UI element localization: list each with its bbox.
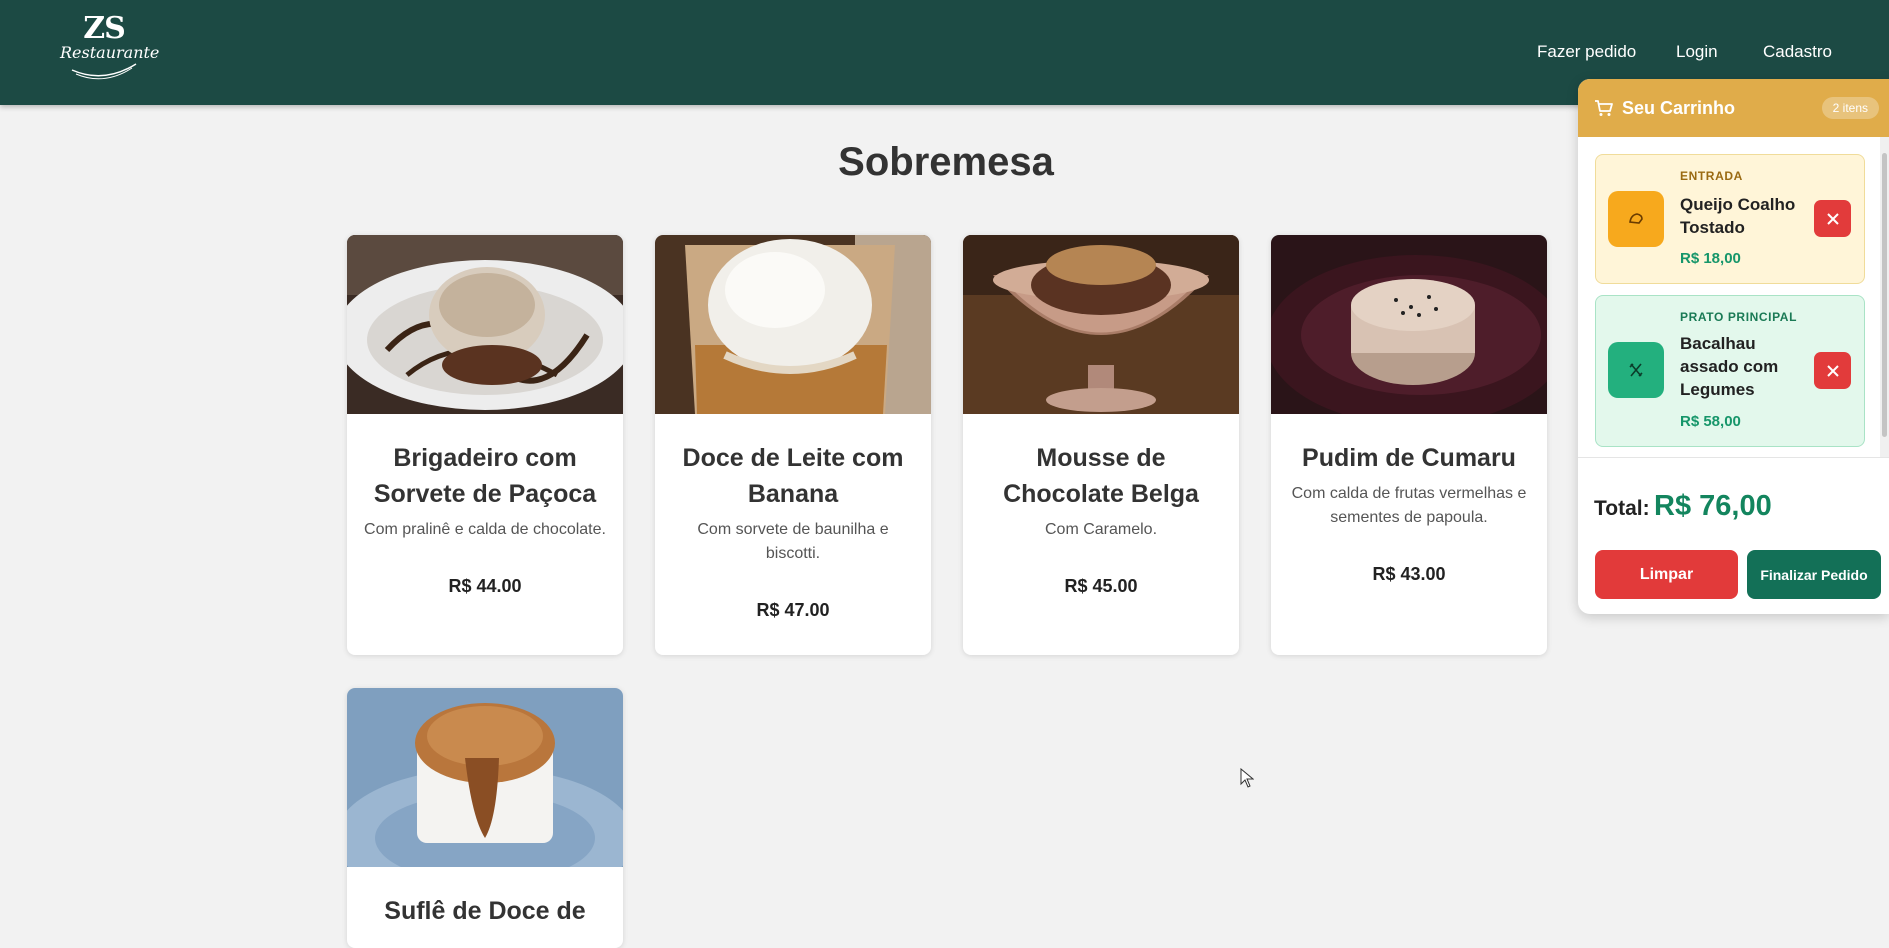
product-image	[1271, 235, 1547, 414]
product-card[interactable]: Pudim de Cumaru Com calda de frutas verm…	[1271, 235, 1547, 655]
cart-item-category: ENTRADA	[1680, 169, 1743, 183]
cart-item-category: PRATO PRINCIPAL	[1680, 310, 1798, 324]
finish-order-button[interactable]: Finalizar Pedido	[1747, 550, 1881, 599]
product-name: Mousse de Chocolate Belga	[1003, 444, 1199, 508]
total-value: R$ 76,00	[1654, 490, 1772, 522]
cart-count-badge: 2 itens	[1821, 97, 1879, 119]
scrollbar-thumb[interactable]	[1882, 153, 1887, 437]
cart-header: Seu Carrinho 2 itens	[1578, 79, 1889, 137]
product-name: Doce de Leite com Banana	[682, 444, 904, 508]
cart-item-price: R$ 58,00	[1680, 413, 1741, 430]
restaurant-logo[interactable]: ZS Restaurante	[60, 11, 159, 84]
cart-item: PRATO PRINCIPAL Bacalhau assado com Legu…	[1595, 295, 1865, 447]
bread-icon	[1608, 191, 1664, 247]
utensils-icon	[1608, 342, 1664, 398]
product-name: Pudim de Cumaru	[1302, 444, 1516, 472]
product-card[interactable]: Suflê de Doce de	[347, 688, 623, 948]
product-image	[347, 235, 623, 414]
nav-cadastro[interactable]: Cadastro	[1763, 42, 1832, 62]
product-description: Com calda de frutas vermelhas e sementes…	[1291, 485, 1527, 526]
cart-item-name: Queijo Coalho Tostado	[1680, 195, 1796, 237]
divider	[1578, 457, 1889, 458]
cart-panel: Seu Carrinho 2 itens ENTRADA Queijo Coal…	[1578, 79, 1889, 614]
product-price: R$ 45.00	[1064, 576, 1138, 596]
product-image	[347, 688, 623, 867]
shopping-cart-icon	[1595, 100, 1613, 116]
remove-item-button[interactable]	[1814, 352, 1851, 389]
remove-item-button[interactable]	[1814, 200, 1851, 237]
product-description: Com sorvete de baunilha e biscotti.	[697, 521, 889, 562]
logo-swoosh-icon	[71, 63, 137, 80]
product-image	[655, 235, 931, 414]
product-description: Com pralinê e calda de chocolate.	[364, 521, 606, 538]
cart-scrollbar[interactable]	[1880, 137, 1889, 457]
logo-monogram: ZS	[83, 11, 126, 46]
nav-fazer-pedido[interactable]: Fazer pedido	[1537, 42, 1636, 62]
nav-login[interactable]: Login	[1676, 42, 1718, 62]
product-card[interactable]: Doce de Leite com Banana Com sorvete de …	[655, 235, 931, 655]
product-name: Suflê de Doce de	[384, 897, 586, 925]
cart-item-name: Bacalhau assado com Legumes	[1680, 334, 1779, 399]
cart-item: ENTRADA Queijo Coalho Tostado R$ 18,00	[1595, 154, 1865, 284]
product-price: R$ 43.00	[1372, 564, 1446, 584]
cart-title: Seu Carrinho	[1622, 98, 1736, 118]
total-label: Total:	[1594, 497, 1650, 520]
close-icon	[1826, 364, 1839, 377]
product-card[interactable]: Brigadeiro com Sorvete de Paçoca Com pra…	[347, 235, 623, 655]
product-image	[963, 235, 1239, 414]
cart-item-price: R$ 18,00	[1680, 250, 1741, 267]
product-description: Com Caramelo.	[1044, 521, 1158, 538]
product-name: Brigadeiro com Sorvete de Paçoca	[373, 444, 597, 508]
product-price: R$ 47.00	[756, 600, 830, 620]
product-price: R$ 44.00	[448, 576, 522, 596]
close-icon	[1826, 212, 1839, 225]
product-card[interactable]: Mousse de Chocolate Belga Com Caramelo. …	[963, 235, 1239, 655]
mouse-pointer-icon	[1240, 768, 1254, 788]
clear-cart-button[interactable]: Limpar	[1595, 550, 1738, 599]
